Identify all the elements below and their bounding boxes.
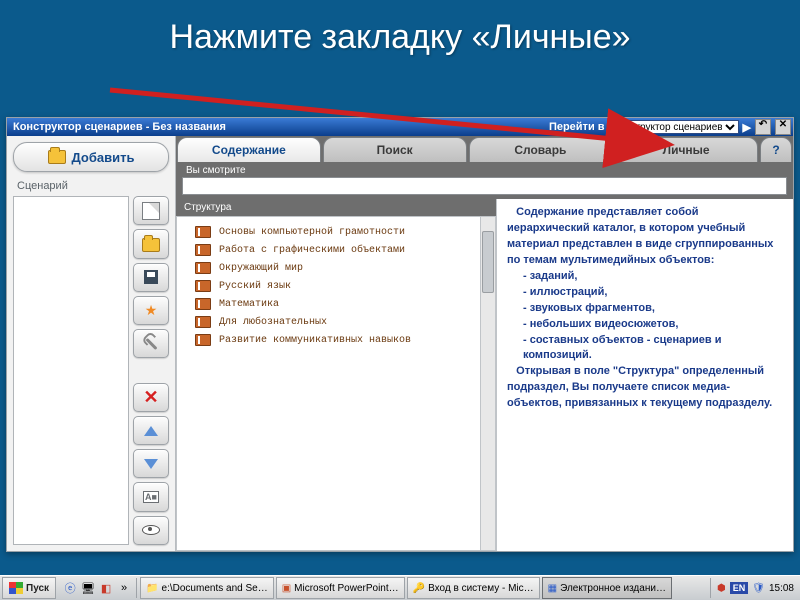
scrollbar-thumb[interactable] [482, 231, 494, 293]
x-icon: ✕ [143, 390, 158, 404]
start-button[interactable]: Пуск [2, 577, 56, 599]
structure-tree[interactable]: Основы компьютерной грамотности Работа с… [176, 216, 496, 551]
eye-icon [142, 525, 160, 535]
window-back-button[interactable]: ↶ [755, 119, 771, 135]
app-window: Конструктор сценариев - Без названия Пер… [6, 117, 794, 552]
windows-taskbar: Пуск ⓔ 🖥 ◧ » 📁e:\Documents and Se… ▣Micr… [0, 575, 800, 600]
description-pane: Содержание представляет собой иерархичес… [497, 199, 793, 551]
favorite-button[interactable]: ★ [133, 296, 169, 325]
taskbar-task[interactable]: ▣Microsoft PowerPoint… [276, 577, 405, 599]
text-icon: A■ [143, 491, 159, 503]
tab-personal[interactable]: Личные [614, 137, 758, 162]
app-icon: ▦ [548, 583, 557, 594]
chevron-down-icon [144, 459, 158, 469]
book-icon [195, 316, 211, 328]
book-icon [195, 244, 211, 256]
taskbar-task[interactable]: 📁e:\Documents and Se… [140, 577, 274, 599]
star-icon: ★ [145, 303, 158, 317]
open-button[interactable] [133, 229, 169, 258]
add-button[interactable]: Добавить [13, 142, 169, 172]
tray-icon[interactable]: ⬢ [717, 583, 726, 594]
move-down-button[interactable] [133, 449, 169, 478]
tree-item[interactable]: Развитие коммуникативных навыков [181, 331, 491, 349]
tray-shield-icon[interactable]: 🛡 [752, 583, 765, 594]
tree-item[interactable]: Основы компьютерной грамотности [181, 223, 491, 241]
app-icon[interactable]: ◧ [98, 580, 114, 596]
window-close-button[interactable]: ✕ [775, 119, 791, 135]
book-icon [195, 298, 211, 310]
taskbar-task-active[interactable]: ▦Электронное издани… [542, 577, 672, 599]
tree-scrollbar[interactable] [480, 217, 495, 550]
taskbar-task[interactable]: 🔑Вход в систему - Mic… [407, 577, 540, 599]
chevron-up-icon [144, 426, 158, 436]
start-label: Пуск [26, 583, 49, 594]
tab-search[interactable]: Поиск [323, 137, 467, 162]
add-button-label: Добавить [72, 150, 135, 165]
key-icon: 🔑 [413, 583, 425, 594]
structure-header: Структура [176, 199, 496, 216]
clock[interactable]: 15:08 [769, 583, 794, 594]
wrench-icon [145, 338, 157, 350]
scenario-list[interactable] [13, 196, 129, 545]
ie-icon[interactable]: ⓔ [62, 580, 78, 596]
tab-dictionary[interactable]: Словарь [469, 137, 613, 162]
window-title: Конструктор сценариев - Без названия [9, 121, 226, 133]
goto-go-icon[interactable]: ▶ [743, 121, 751, 134]
main-area: Содержание Поиск Словарь Личные ? Вы смо… [176, 136, 793, 551]
tree-item[interactable]: Работа с графическими объектами [181, 241, 491, 259]
tree-item[interactable]: Математика [181, 295, 491, 313]
viewing-label: Вы смотрите [176, 162, 793, 177]
desktop-icon[interactable]: 🖥 [80, 580, 96, 596]
language-indicator[interactable]: EN [730, 582, 749, 594]
goto-label: Перейти в [549, 121, 605, 133]
book-icon [195, 226, 211, 238]
move-up-button[interactable] [133, 416, 169, 445]
tree-item[interactable]: Для любознательных [181, 313, 491, 331]
left-sidebar: Добавить Сценарий ★ ✕ A■ [7, 136, 176, 551]
chevron-right-icon[interactable]: » [116, 580, 132, 596]
folder-icon: 📁 [146, 583, 158, 594]
book-icon [195, 262, 211, 274]
save-button[interactable] [133, 263, 169, 292]
tree-item[interactable]: Окружающий мир [181, 259, 491, 277]
tab-help[interactable]: ? [760, 137, 792, 162]
powerpoint-icon: ▣ [282, 583, 291, 594]
save-icon [144, 270, 158, 284]
taskbar-tasks: 📁e:\Documents and Se… ▣Microsoft PowerPo… [137, 577, 710, 599]
new-file-icon [142, 202, 160, 220]
windows-logo-icon [9, 582, 23, 594]
scenario-label: Сценарий [17, 180, 175, 192]
window-titlebar: Конструктор сценариев - Без названия Пер… [7, 118, 793, 136]
toolbar-buttons: ★ ✕ A■ [133, 196, 169, 545]
delete-button[interactable]: ✕ [133, 383, 169, 412]
open-folder-icon [142, 238, 160, 252]
book-icon [195, 280, 211, 292]
settings-button[interactable] [133, 329, 169, 358]
tab-content[interactable]: Содержание [177, 137, 321, 162]
folder-icon [48, 150, 66, 164]
new-button[interactable] [133, 196, 169, 225]
viewing-field[interactable] [182, 177, 787, 195]
quick-launch: ⓔ 🖥 ◧ » [58, 578, 137, 598]
slide-title: Нажмите закладку «Личные» [0, 0, 800, 57]
book-icon [195, 334, 211, 346]
preview-button[interactable] [133, 516, 169, 545]
rename-button[interactable]: A■ [133, 482, 169, 511]
tab-bar: Содержание Поиск Словарь Личные ? [176, 136, 793, 162]
tree-item[interactable]: Русский язык [181, 277, 491, 295]
system-tray: ⬢ EN 🛡 15:08 [710, 578, 800, 598]
goto-select[interactable]: Конструктор сценариев [609, 120, 739, 134]
